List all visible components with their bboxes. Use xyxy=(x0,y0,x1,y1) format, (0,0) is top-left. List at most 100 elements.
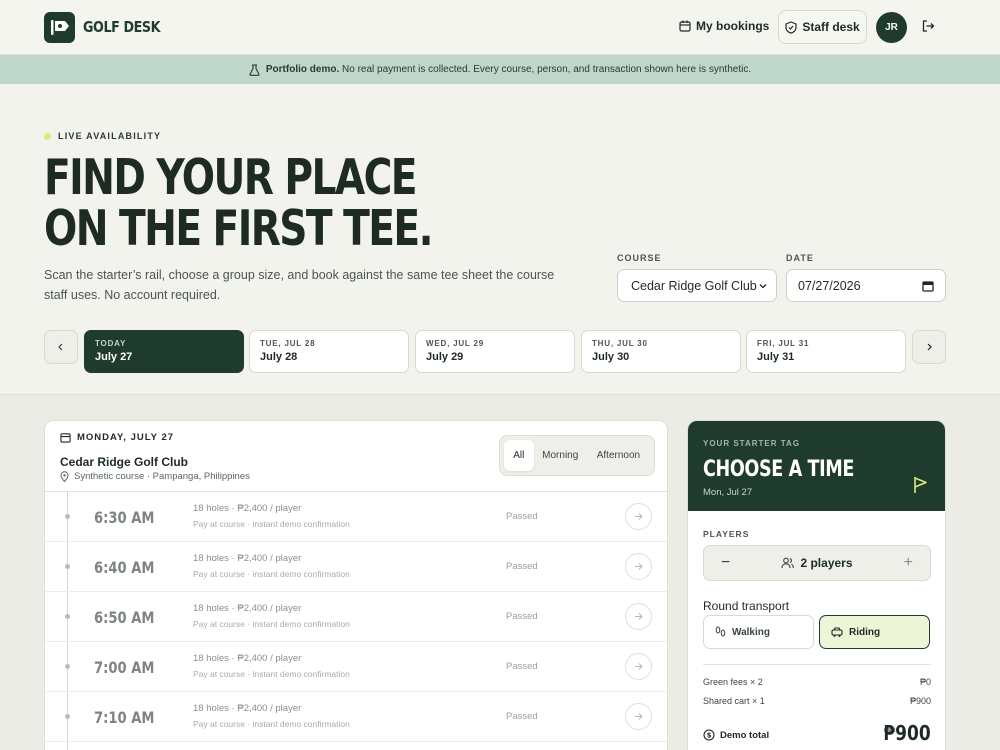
timeline-dot xyxy=(65,664,70,669)
svg-text:$: $ xyxy=(707,732,712,740)
slot-status: Passed xyxy=(506,711,538,722)
banner-body: No real payment is collected. Every cour… xyxy=(342,64,752,75)
day-tab-weekday: THU, JUL 30 xyxy=(592,339,648,348)
calendar-icon xyxy=(679,20,691,32)
shield-icon xyxy=(785,20,797,34)
timeline-dot xyxy=(65,714,70,719)
tee-slot-row: 6:50 AM 18 holes · ₱2,400 / player Pay a… xyxy=(45,592,667,642)
flag-logo-icon xyxy=(51,20,69,35)
hero-subtitle: Scan the starter’s rail, choose a group … xyxy=(44,268,555,302)
timeline-dot xyxy=(65,614,70,619)
top-bar: GOLF DESK My bookings Staff desk JR xyxy=(0,0,1000,55)
sheet-location: Synthetic course · Pampanga, Philippines xyxy=(60,471,250,482)
tee-slot-row: 6:40 AM 18 holes · ₱2,400 / player Pay a… xyxy=(45,542,667,592)
fee-amount: ₱900 xyxy=(909,696,931,706)
next-day-button[interactable] xyxy=(912,330,946,364)
slot-details: 18 holes · ₱2,400 / player xyxy=(193,603,302,614)
demo-notice-banner: Portfolio demo. No real payment is colle… xyxy=(0,55,1000,84)
time-of-day-filter: All Morning Afternoon xyxy=(499,435,655,476)
demo-total-amount: ₱900 xyxy=(883,721,931,745)
day-tab-jul-29[interactable]: WED, JUL 29 July 29 xyxy=(415,330,575,373)
course-select[interactable]: Cedar Ridge Golf Club xyxy=(617,269,777,302)
increase-players-button[interactable]: + xyxy=(904,554,913,572)
arrow-right-icon xyxy=(635,513,643,520)
filter-afternoon[interactable]: Afternoon xyxy=(587,440,650,471)
calendar-icon xyxy=(60,433,71,443)
day-tab-date: July 29 xyxy=(426,351,464,363)
slot-select-button[interactable] xyxy=(625,603,652,630)
chevron-left-icon xyxy=(58,343,63,351)
transport-walking-label: Walking xyxy=(732,626,770,638)
day-tab-weekday: TUE, JUL 28 xyxy=(260,339,316,348)
slot-select-button[interactable] xyxy=(625,653,652,680)
players-count: 2 players xyxy=(800,556,853,570)
staff-desk-button[interactable]: Staff desk xyxy=(778,10,867,44)
transport-riding-option[interactable]: Riding xyxy=(819,615,930,649)
day-tab-date: July 27 xyxy=(95,351,133,363)
hero-title-line-1: FIND YOUR PLACE xyxy=(44,149,418,206)
day-tab-date: July 30 xyxy=(592,351,630,363)
brand-name: GOLF DESK xyxy=(83,18,161,36)
players-label: PLAYERS xyxy=(703,529,750,539)
fee-label: Green fees × 2 xyxy=(703,677,763,687)
nav-my-bookings-label: My bookings xyxy=(696,19,770,33)
flask-icon xyxy=(249,63,260,76)
banner-strong: Portfolio demo. xyxy=(265,64,340,75)
transport-label: Round transport xyxy=(703,599,790,613)
day-tab-today[interactable]: TODAY July 27 xyxy=(84,330,244,373)
tee-slot-row: 6:30 AM 18 holes · ₱2,400 / player Pay a… xyxy=(45,492,667,542)
players-value: 2 players xyxy=(704,556,930,570)
players-stepper: − 2 players + xyxy=(703,545,931,581)
slot-status: Passed xyxy=(506,511,538,522)
map-pin-icon xyxy=(60,471,69,482)
slot-select-button[interactable] xyxy=(625,553,652,580)
logout-icon[interactable] xyxy=(921,19,935,33)
nav-my-bookings[interactable]: My bookings xyxy=(679,19,769,33)
course-select-value: Cedar Ridge Golf Club xyxy=(631,278,757,293)
arrow-right-icon xyxy=(635,613,643,620)
sheet-location-text: Synthetic course · Pampanga, Philippines xyxy=(74,471,250,482)
day-tab-weekday: FRI, JUL 31 xyxy=(757,339,810,348)
slot-select-button[interactable] xyxy=(625,503,652,530)
course-label: COURSE xyxy=(617,253,662,263)
filter-all[interactable]: All xyxy=(504,440,534,471)
slot-payment-note: Pay at course · instant demo confirmatio… xyxy=(193,619,350,629)
transport-walking-option[interactable]: Walking xyxy=(703,615,814,649)
prev-day-button[interactable] xyxy=(44,330,78,364)
starter-tag-kicker: YOUR STARTER TAG xyxy=(703,439,801,448)
day-tab-weekday: WED, JUL 29 xyxy=(426,339,484,348)
day-tab-jul-30[interactable]: THU, JUL 30 July 30 xyxy=(581,330,741,373)
banner-text: Portfolio demo. No real payment is colle… xyxy=(266,64,751,75)
slot-details: 18 holes · ₱2,400 / player xyxy=(193,653,302,664)
filter-morning[interactable]: Morning xyxy=(534,440,587,471)
date-input[interactable]: 07/27/2026 xyxy=(786,269,946,302)
starter-tag-card: YOUR STARTER TAG CHOOSE A TIME Mon, Jul … xyxy=(687,420,946,750)
demo-total-label-group: $ Demo total xyxy=(703,729,769,741)
starter-tag-header: YOUR STARTER TAG CHOOSE A TIME Mon, Jul … xyxy=(688,421,945,511)
timeline-dot xyxy=(65,514,70,519)
fee-row: Green fees × 2 ₱0 xyxy=(703,677,931,687)
user-avatar[interactable]: JR xyxy=(876,12,907,43)
live-availability-label: LIVE AVAILABILITY xyxy=(58,131,162,141)
users-icon xyxy=(781,557,795,569)
day-tab-date: July 28 xyxy=(260,351,298,363)
demo-total-label: Demo total xyxy=(720,729,770,741)
live-availability-kicker: LIVE AVAILABILITY xyxy=(44,131,161,141)
footprints-icon xyxy=(715,626,726,637)
date-input-value: 07/27/2026 xyxy=(798,278,861,293)
slot-select-button[interactable] xyxy=(625,703,652,730)
slot-status: Passed xyxy=(506,611,538,622)
tee-slot-row: 7:00 AM 18 holes · ₱2,400 / player Pay a… xyxy=(45,642,667,692)
sheet-club-name: Cedar Ridge Golf Club xyxy=(60,455,189,469)
slot-time: 7:00 AM xyxy=(94,658,155,677)
day-tab-jul-28[interactable]: TUE, JUL 28 July 28 xyxy=(249,330,409,373)
fee-amount: ₱0 xyxy=(919,677,931,687)
slot-status: Passed xyxy=(506,661,538,672)
day-tab-jul-31[interactable]: FRI, JUL 31 July 31 xyxy=(746,330,906,373)
slot-payment-note: Pay at course · instant demo confirmatio… xyxy=(193,519,350,529)
hero-title-line-2: ON THE FIRST TEE. xyxy=(44,200,434,257)
staff-desk-label: Staff desk xyxy=(802,20,860,34)
logo[interactable] xyxy=(44,12,75,43)
slot-payment-note: Pay at course · instant demo confirmatio… xyxy=(193,569,350,579)
calendar-icon[interactable] xyxy=(922,280,934,292)
